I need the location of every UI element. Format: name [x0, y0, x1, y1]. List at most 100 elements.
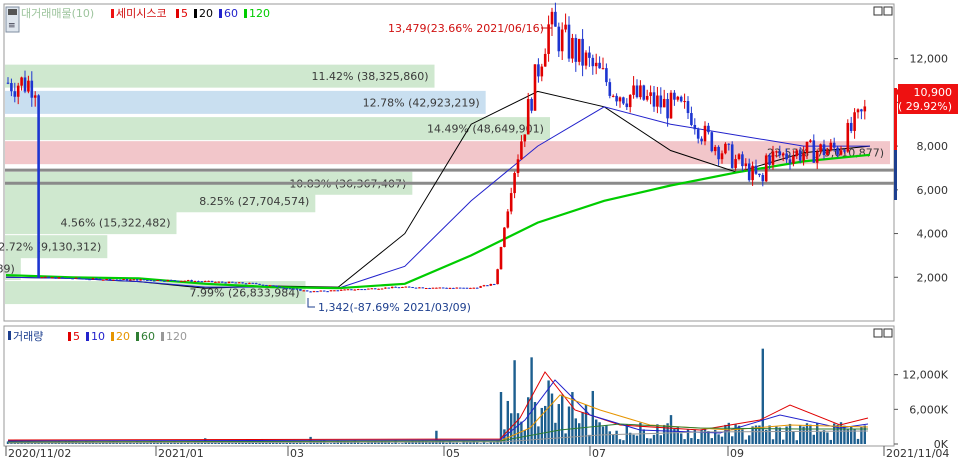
price-panel-maximize-icon[interactable]: [883, 6, 893, 16]
legend-indicator-swatch: [8, 9, 17, 15]
volume-bar: [489, 442, 492, 444]
legend-ma-swatch: [176, 9, 179, 18]
candle: [118, 279, 122, 281]
legend-ma-swatch: [68, 332, 71, 341]
volume-profile-row: 4.56% (15,322,482): [5, 211, 177, 235]
candle: [414, 287, 418, 289]
candle: [438, 287, 442, 289]
volume-bar: [561, 394, 564, 444]
volume-bar: [523, 430, 526, 444]
candle: [642, 84, 646, 101]
candle: [132, 279, 136, 281]
volume-profile-label: 14.49% (48,649,901): [427, 123, 544, 136]
volume-axis-tick-label: 6,000K: [909, 403, 948, 416]
volume-bar: [829, 439, 832, 444]
candle: [112, 279, 115, 281]
candle: [380, 288, 384, 290]
candle: [486, 285, 489, 287]
candle: [363, 288, 367, 291]
price-axis-tick-label: 2,000: [917, 271, 949, 284]
current-price-low-bar: [894, 150, 897, 200]
volume-bar: [819, 432, 822, 444]
volume-bar: [326, 443, 329, 444]
candle: [173, 279, 176, 282]
volume-bar: [554, 422, 557, 444]
candle: [265, 284, 268, 286]
candle: [346, 289, 350, 291]
volume-bar: [771, 439, 775, 444]
volume-bar: [401, 443, 404, 444]
volume-bar: [622, 440, 625, 444]
legend-ma-label: 5: [181, 7, 188, 20]
volume-bar: [676, 427, 679, 444]
volume-bar: [306, 443, 309, 444]
candle: [231, 281, 234, 283]
candle: [350, 289, 353, 291]
candle: [492, 283, 496, 286]
candle: [326, 291, 329, 293]
candle: [333, 290, 336, 292]
legend-ma-label: 20: [199, 7, 213, 20]
legend-ma-swatch: [194, 9, 197, 18]
volume-bar: [537, 426, 540, 444]
volume-axis-tick-label: 12,000K: [902, 369, 948, 382]
price-axis-tick-label: 6,000: [917, 184, 949, 197]
volume-bar: [778, 427, 781, 444]
volume-bar: [635, 435, 639, 444]
current-price-change: ( 29.92%): [898, 100, 952, 113]
volume-bar: [720, 436, 724, 444]
volume-bar: [703, 428, 707, 444]
volume-bar: [646, 438, 649, 444]
candle: [411, 286, 414, 289]
volume-panel-maximize-icon[interactable]: [883, 328, 893, 338]
candle: [299, 289, 302, 291]
candle: [401, 286, 404, 288]
date-axis-tick-label: 2021/11/04: [886, 447, 949, 460]
legend-volume-profile-label: 대거래매물(10): [21, 7, 94, 20]
volume-bar: [302, 442, 305, 444]
volume-bar: [792, 431, 795, 444]
volume-bar: [455, 442, 458, 444]
candle: [730, 141, 734, 169]
volume-bar: [618, 439, 622, 444]
volume-bar: [282, 443, 285, 444]
volume-bar: [659, 435, 662, 444]
candle: [275, 285, 278, 288]
volume-bar: [734, 424, 737, 444]
volume-bar: [476, 442, 479, 444]
candle: [316, 291, 319, 293]
candle: [261, 284, 265, 286]
candle: [67, 277, 71, 279]
volume-bar: [652, 434, 656, 444]
legend-name-swatch: [111, 9, 114, 18]
volume-bar: [479, 443, 482, 444]
volume-bar: [812, 434, 815, 444]
volume-bar: [391, 443, 394, 444]
volume-profile-label: 2.72% (9,130,312): [0, 241, 101, 254]
candle: [57, 277, 61, 279]
candle: [40, 276, 44, 279]
current-price-value: 10,900: [914, 86, 953, 99]
date-axis-tick-label: 03: [290, 447, 304, 460]
price-panel-restore-icon[interactable]: [873, 6, 883, 16]
candle: [329, 290, 333, 292]
volume-panel-restore-icon[interactable]: [873, 328, 883, 338]
price-axis-tick-label: 8,000: [917, 140, 949, 153]
candle: [285, 288, 289, 290]
candle: [336, 290, 340, 292]
candle: [74, 277, 78, 279]
volume-bar: [530, 357, 533, 444]
legend-ma-label: 60: [224, 7, 238, 20]
legend-ma-swatch: [161, 332, 164, 341]
candle: [571, 33, 574, 63]
candle: [458, 287, 462, 289]
candle: [343, 289, 346, 291]
volume-bar: [717, 434, 720, 444]
candle: [452, 287, 455, 289]
volume-bar: [397, 443, 401, 444]
volume-bar: [452, 442, 455, 444]
legend-ma-swatch: [219, 9, 222, 18]
candle: [37, 94, 40, 279]
candle: [64, 277, 68, 279]
legend-ma-swatch: [111, 332, 114, 341]
